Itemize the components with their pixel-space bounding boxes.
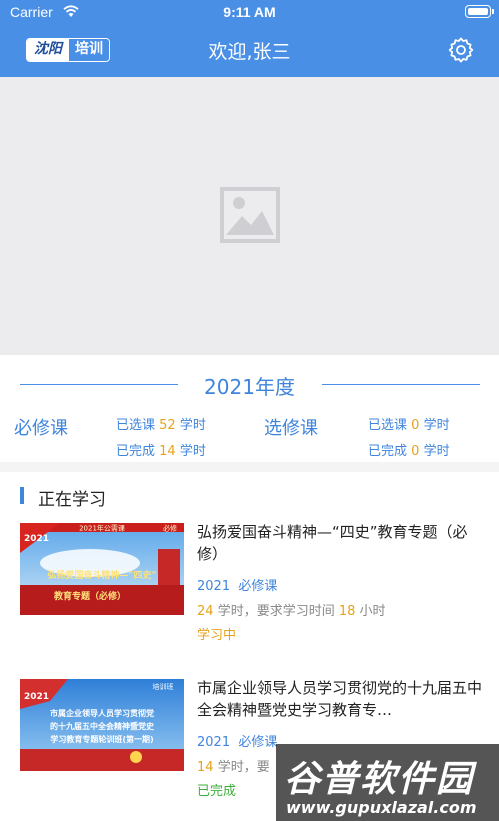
elective-completed: 已完成 0 学时 xyxy=(368,444,450,459)
status-bar: Carrier 9:11 AM xyxy=(0,0,499,24)
year-line-right xyxy=(322,384,480,385)
watermark-text: 谷普软件园 xyxy=(284,759,475,800)
course-hours: 14 学时，要 xyxy=(197,760,270,775)
thumb-line: 的十九届五中全会精神暨党史 xyxy=(50,721,155,731)
battery-icon xyxy=(465,5,494,18)
course-title[interactable]: 弘扬爱国奋斗精神—“四史”教育专题（必修） xyxy=(197,521,487,565)
gear-icon[interactable] xyxy=(447,36,475,64)
thumb-line: 教育专题（必修） xyxy=(53,590,126,602)
thumb-line: 弘扬爱国奋斗精神—“四史” xyxy=(47,569,156,581)
nav-bar: 沈阳 培训 欢迎,张三 xyxy=(0,24,499,77)
elective-selected: 已选课 0 学时 xyxy=(368,418,450,433)
section-divider xyxy=(0,462,499,472)
thumb-caption: 2021年公需课 xyxy=(79,524,125,533)
thumb-badge: 必修 xyxy=(163,524,177,533)
clock: 9:11 AM xyxy=(223,4,276,20)
course-item[interactable]: 2021年公需课 必修 2021 弘扬爱国奋斗精神—“四史” 教育专题（必修） … xyxy=(0,523,499,663)
watermark: 谷普软件园 www.gupuxlazal.com xyxy=(276,744,499,821)
thumb-line: 市属企业领导人员学习贯彻党 xyxy=(50,708,154,718)
course-year-category: 2021 必修课 xyxy=(197,735,278,750)
thumb-line: 学习教育专题轮训班(第一期) xyxy=(50,734,153,744)
course-year-category: 2021 必修课 xyxy=(197,579,278,594)
year-label: 2021年度 xyxy=(204,375,295,399)
page-title: 欢迎,张三 xyxy=(208,41,291,63)
required-completed: 已完成 14 学时 xyxy=(116,444,206,459)
required-selected: 已选课 52 学时 xyxy=(116,418,206,433)
required-selected-value: 52 xyxy=(159,418,176,433)
thumb-year: 2021 xyxy=(24,692,49,702)
banner[interactable] xyxy=(0,77,499,355)
section-title: 正在学习 xyxy=(38,490,106,510)
course-thumbnail: 2021年公需课 必修 2021 弘扬爱国奋斗精神—“四史” 教育专题（必修） xyxy=(20,523,184,615)
course-thumbnail: 培训班 2021 市属企业领导人员学习贯彻党 的十九届五中全会精神暨党史 学习教… xyxy=(20,679,184,771)
app-header: Carrier 9:11 AM 沈阳 培训 欢迎,张三 xyxy=(0,0,499,77)
course-status: 已完成 xyxy=(197,784,237,799)
required-completed-value: 14 xyxy=(159,444,176,459)
thumb-badge: 培训班 xyxy=(153,682,174,691)
elective-course-label[interactable]: 选修课 xyxy=(264,414,318,440)
elective-selected-value: 0 xyxy=(411,418,420,433)
year-header: 2021年度 xyxy=(0,370,499,400)
required-course-label[interactable]: 必修课 xyxy=(14,414,68,440)
elective-completed-value: 0 xyxy=(411,444,420,459)
thumb-year: 2021 xyxy=(24,534,49,544)
image-placeholder-icon xyxy=(220,187,280,243)
course-status: 学习中 xyxy=(197,628,237,643)
watermark-url: www.gupuxlazal.com xyxy=(286,798,477,817)
section-marker xyxy=(20,487,24,504)
course-hours: 24 学时，要求学习时间 18 小时 xyxy=(197,604,386,619)
course-title[interactable]: 市属企业领导人员学习贯彻党的十九届五中全会精神暨党史学习教育专… xyxy=(197,677,487,721)
